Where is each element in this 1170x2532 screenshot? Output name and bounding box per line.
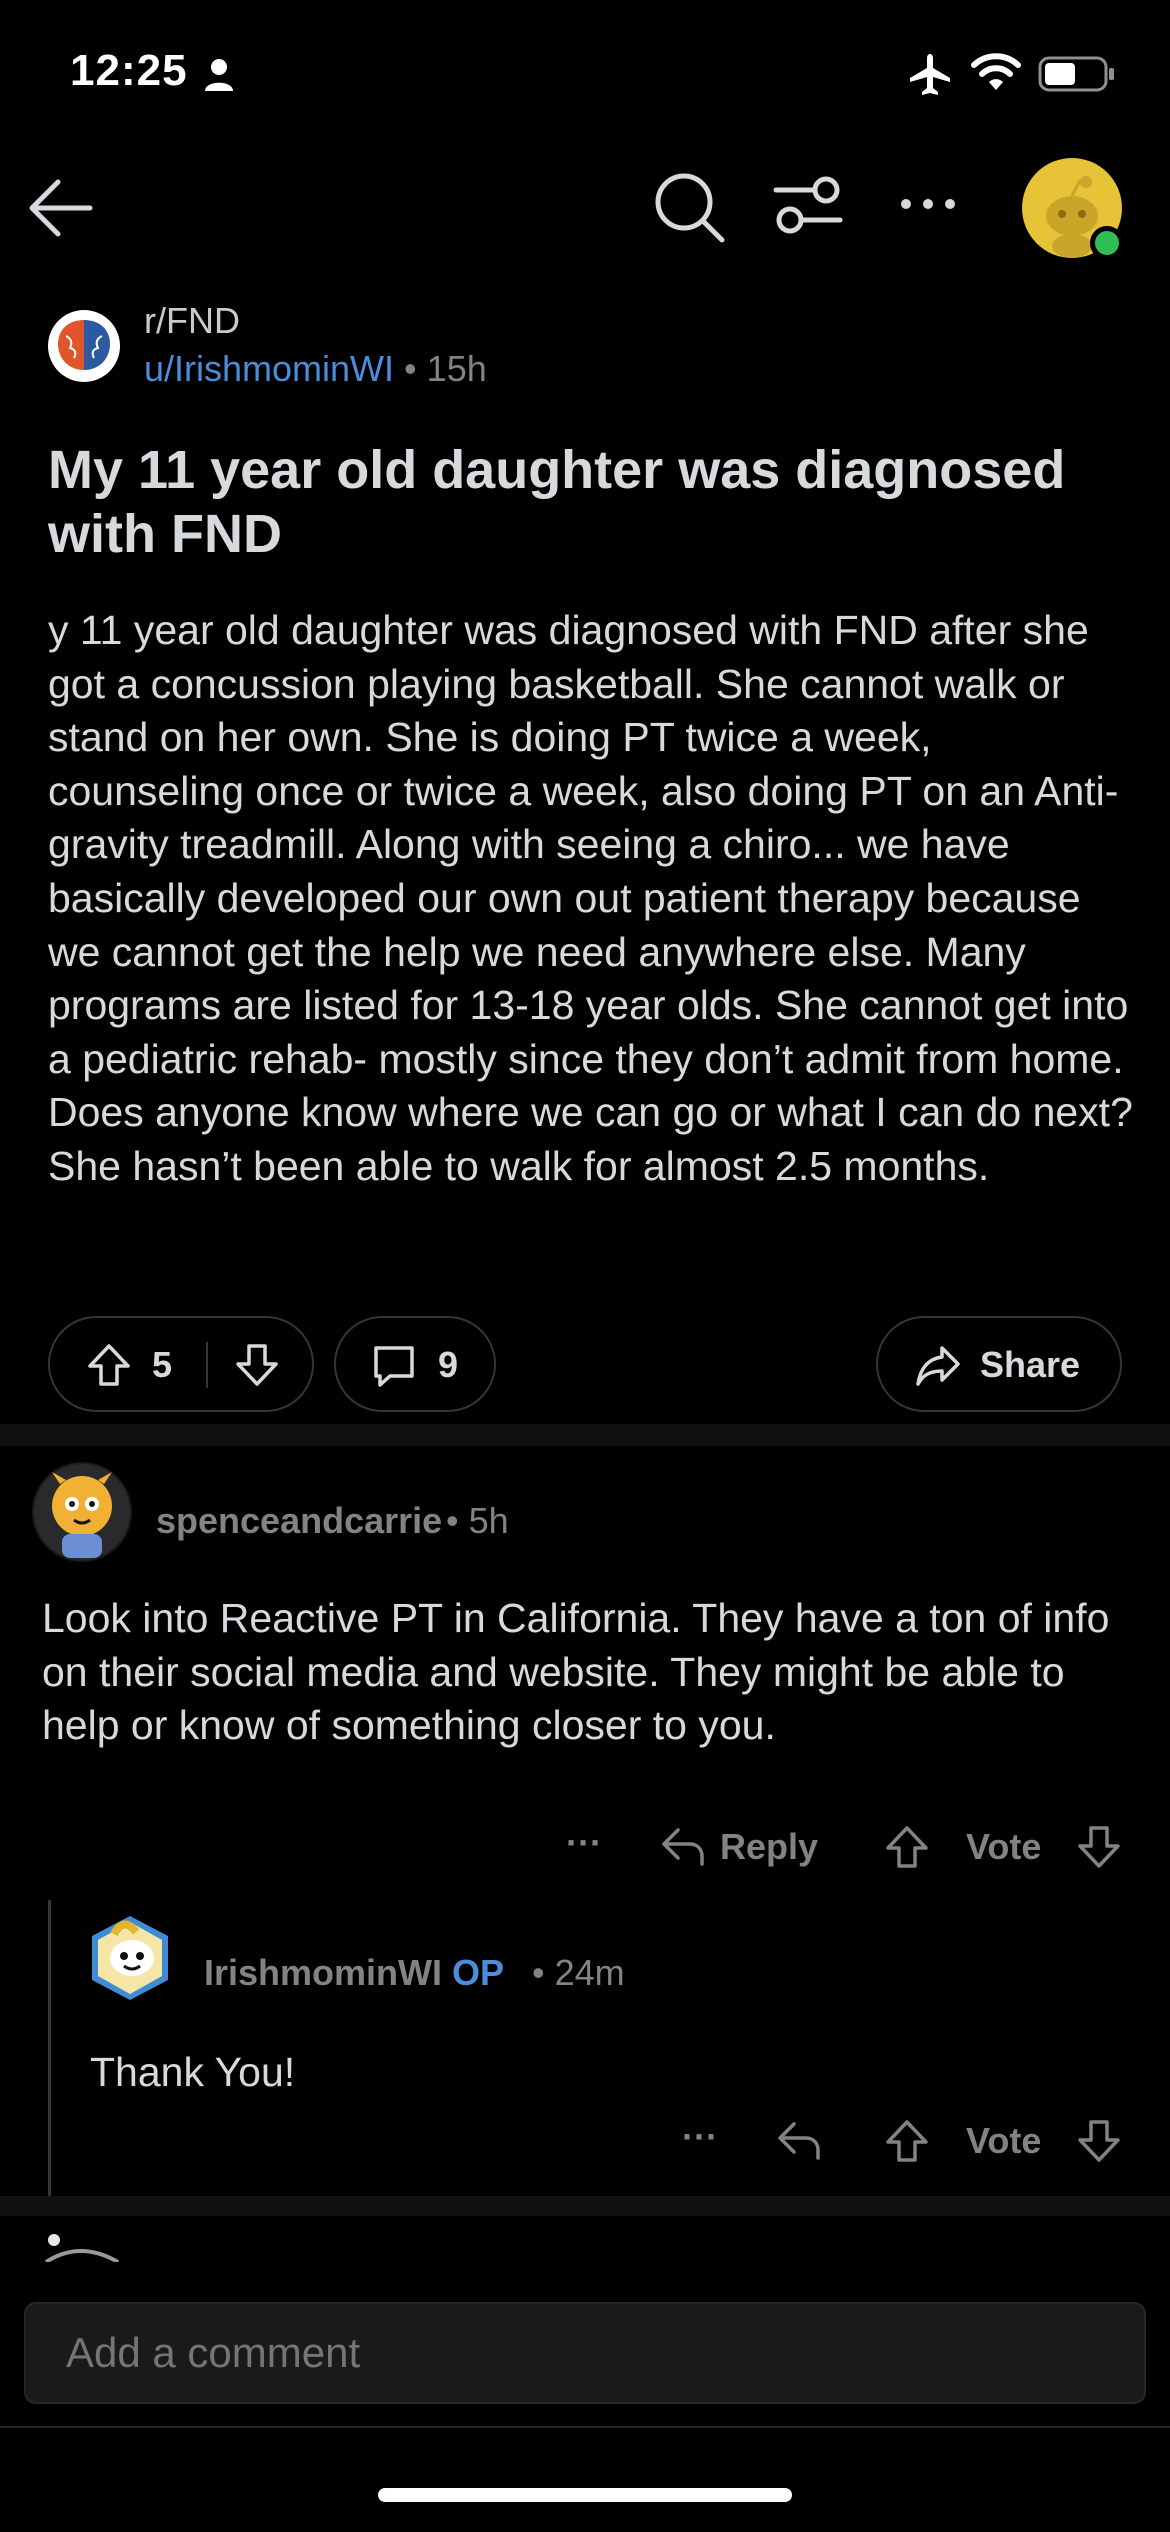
- battery-icon: [1038, 56, 1114, 92]
- upvote-icon[interactable]: [884, 1824, 930, 1870]
- comment-meta: • 5h: [446, 1500, 509, 1542]
- brain-icon: [50, 312, 118, 380]
- search-icon[interactable]: [650, 168, 730, 248]
- reply-actions: ··· Vote: [0, 2106, 1170, 2176]
- top-nav-bar: [0, 150, 1170, 270]
- status-time: 12:25: [70, 46, 188, 95]
- back-arrow-icon[interactable]: [24, 170, 100, 246]
- reply-button[interactable]: Reply: [720, 1826, 818, 1868]
- vote-count: 5: [152, 1344, 173, 1385]
- reply-username-text[interactable]: IrishmominWI: [204, 1952, 442, 1993]
- home-indicator[interactable]: [378, 2488, 792, 2502]
- more-options-icon[interactable]: [898, 196, 958, 212]
- comment-actions: ··· Reply Vote: [0, 1812, 1170, 1882]
- reply-text: Thank You!: [90, 2049, 296, 2095]
- avatar-peek-icon: [44, 2234, 120, 2262]
- share-arrow-icon: [916, 1346, 960, 1386]
- section-divider: [0, 2196, 1170, 2216]
- post-meta: u/IrishmominWI • 15h: [144, 348, 487, 390]
- meta-separator: •: [446, 1500, 459, 1541]
- share-button[interactable]: Share: [876, 1316, 1122, 1412]
- meta-separator: •: [404, 348, 417, 389]
- downvote-icon[interactable]: [1076, 1824, 1122, 1870]
- tiger-avatar-icon: [34, 1464, 130, 1560]
- comment-composer: [0, 2262, 1170, 2426]
- next-comment-avatar-peek: [40, 2232, 130, 2262]
- snoo-hexagon-avatar-icon: [92, 1916, 168, 2000]
- status-bar: 12:25: [0, 0, 1170, 150]
- online-status-dot: [1090, 226, 1124, 260]
- bottom-divider: [0, 2426, 1170, 2428]
- reply-more-button[interactable]: ···: [682, 2116, 718, 2158]
- comments-button[interactable]: 9: [334, 1316, 496, 1412]
- filter-icon[interactable]: [770, 170, 846, 240]
- post-action-row: 5 9 Share: [0, 1316, 1170, 1412]
- downvote-icon[interactable]: [1076, 2118, 1122, 2164]
- post-author-link[interactable]: u/IrishmominWI: [144, 348, 394, 389]
- upvote-icon[interactable]: [884, 2118, 930, 2164]
- reply-arrow-icon[interactable]: [776, 2120, 822, 2162]
- section-divider: [0, 1424, 1170, 1446]
- reply-username[interactable]: IrishmominWI OP: [204, 1952, 504, 1994]
- comment-more-button[interactable]: ···: [566, 1822, 602, 1864]
- commenter-avatar[interactable]: [32, 1462, 132, 1562]
- vote-divider: [206, 1342, 208, 1388]
- reply-avatar[interactable]: [84, 1912, 176, 2004]
- post-time: 15h: [426, 348, 487, 389]
- meta-separator: •: [532, 1952, 545, 1993]
- comment-username[interactable]: spenceandcarrie: [156, 1500, 442, 1542]
- comment-count: 9: [438, 1344, 459, 1385]
- add-comment-input[interactable]: [24, 2302, 1146, 2404]
- vote-pill: 5: [48, 1316, 314, 1412]
- share-label: Share: [980, 1344, 1081, 1385]
- subreddit-name[interactable]: r/FND: [144, 300, 240, 342]
- wifi-icon: [971, 53, 1021, 90]
- reply-time: 24m: [554, 1952, 625, 1993]
- post-title: My 11 year old daughter was diagnosed wi…: [48, 440, 1066, 564]
- op-badge: OP: [452, 1952, 505, 1993]
- downvote-icon[interactable]: [234, 1342, 280, 1388]
- airplane-icon: [910, 54, 950, 95]
- comment-bubble-icon: [374, 1346, 414, 1387]
- subreddit-icon[interactable]: [48, 310, 120, 382]
- comment-text: Look into Reactive PT in California. The…: [42, 1595, 1110, 1749]
- reply-meta: • 24m: [532, 1952, 625, 1994]
- upvote-icon[interactable]: [86, 1342, 132, 1388]
- person-icon: [205, 59, 233, 91]
- reply-arrow-icon[interactable]: [660, 1826, 706, 1868]
- vote-label: Vote: [966, 2120, 1042, 2161]
- post-body: y 11 year old daughter was diagnosed wit…: [48, 607, 1133, 1189]
- comment-time: 5h: [468, 1500, 509, 1541]
- vote-label: Vote: [966, 1826, 1042, 1867]
